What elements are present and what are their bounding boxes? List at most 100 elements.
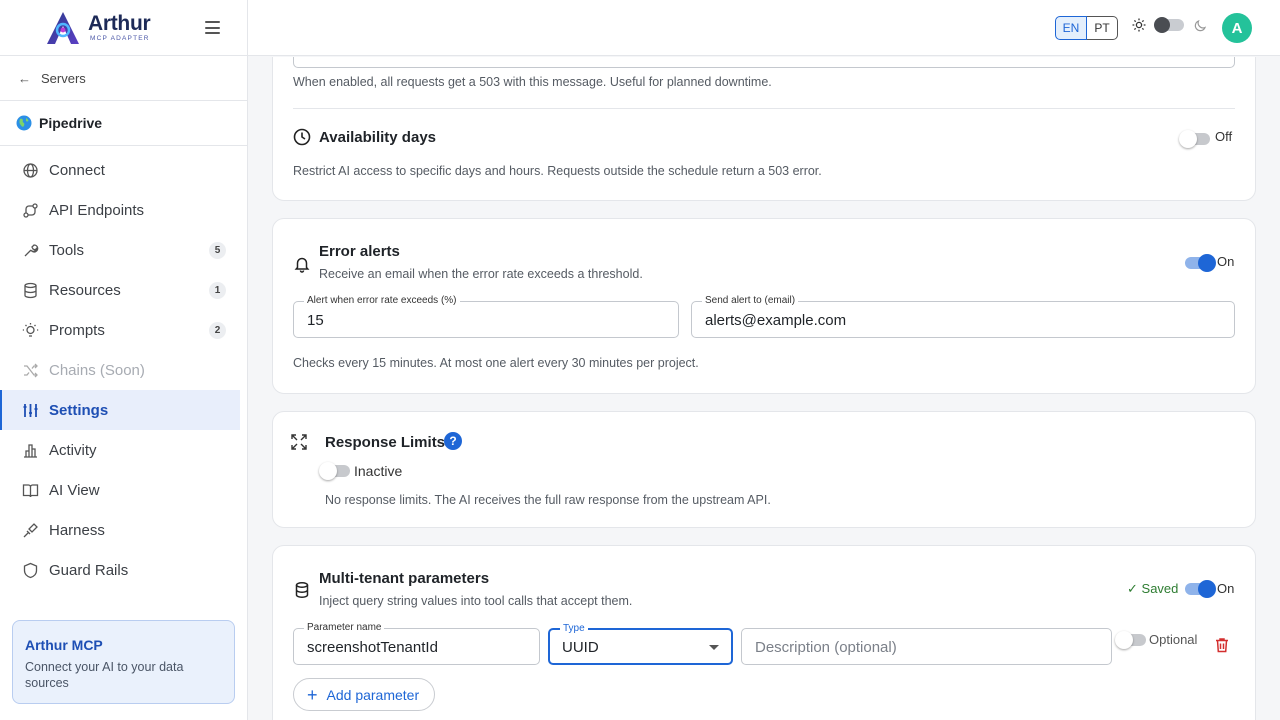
sidebar-item-chains: Chains (Soon)	[0, 350, 240, 390]
sidebar-item-activity[interactable]: Activity	[0, 430, 240, 470]
error-alerts-card: Error alerts Receive an email when the e…	[272, 218, 1256, 394]
sidebar-item-label: Tools	[49, 241, 85, 259]
saved-indicator: ✓ Saved	[1127, 581, 1178, 597]
add-parameter-label: Add parameter	[326, 686, 420, 703]
chevron-down-icon	[709, 645, 719, 650]
response-limits-title: Response Limits	[325, 434, 446, 451]
error-alerts-desc: Receive an email when the error rate exc…	[319, 267, 643, 281]
response-limits-toggle[interactable]	[319, 462, 350, 480]
multitenant-card: Multi-tenant parameters Inject query str…	[272, 545, 1256, 720]
error-alerts-state: On	[1217, 254, 1235, 269]
availability-toggle[interactable]	[1179, 130, 1210, 148]
brand-name: Arthur	[88, 11, 151, 35]
response-limits-desc: No response limits. The AI receives the …	[325, 493, 771, 507]
alert-email-input[interactable]: Send alert to (email) alerts@example.com	[691, 295, 1235, 338]
sidebar-item-label: Connect	[49, 161, 105, 179]
sliders-icon	[22, 402, 39, 419]
optional-toggle[interactable]	[1115, 631, 1146, 649]
error-threshold-value: 15	[307, 312, 324, 329]
harness-icon	[22, 522, 39, 539]
sidebar-item-settings[interactable]: Settings	[0, 390, 240, 430]
response-limits-state: Inactive	[354, 463, 403, 479]
current-server: Pipedrive	[0, 101, 247, 146]
optional-label: Optional	[1149, 632, 1198, 647]
server-name: Pipedrive	[39, 115, 103, 131]
param-type-label: Type	[560, 623, 588, 635]
prompts-count-badge: 2	[209, 322, 226, 339]
chart-icon	[22, 442, 39, 459]
topbar: EN PT A	[248, 0, 1280, 56]
saved-label: Saved	[1141, 581, 1179, 596]
back-to-servers-link[interactable]: ← Servers	[0, 56, 247, 101]
param-description-input[interactable]: Description (optional)	[741, 628, 1112, 665]
multitenant-desc: Inject query string values into tool cal…	[319, 594, 633, 608]
maintenance-availability-card: When enabled, all requests get a 503 wit…	[272, 57, 1256, 201]
promo-text: Connect your AI to your data sources	[25, 660, 184, 690]
multitenant-state: On	[1217, 581, 1235, 596]
error-alerts-toggle[interactable]	[1185, 254, 1216, 272]
multitenant-title: Multi-tenant parameters	[319, 570, 490, 587]
bell-icon	[294, 257, 310, 273]
database-icon	[22, 282, 39, 299]
sidebar-item-label: API Endpoints	[49, 201, 145, 219]
param-type-value: UUID	[562, 639, 599, 656]
tool-icon	[22, 242, 39, 259]
sidebar-item-harness[interactable]: Harness	[0, 510, 240, 550]
promo-title: Arthur MCP	[25, 637, 103, 653]
user-avatar[interactable]: A	[1222, 13, 1252, 43]
error-threshold-label: Alert when error rate exceeds (%)	[304, 295, 460, 307]
multitenant-toggle[interactable]	[1185, 580, 1216, 598]
divider	[293, 108, 1235, 109]
help-icon[interactable]: ?	[444, 432, 462, 450]
sidebar-item-connect[interactable]: Connect	[0, 150, 240, 190]
lang-pt-button[interactable]: PT	[1087, 16, 1118, 40]
param-name-input[interactable]: Parameter name screenshotTenantId	[293, 622, 540, 665]
sidebar-item-tools[interactable]: Tools 5	[0, 230, 240, 270]
sidebar-item-resources[interactable]: Resources 1	[0, 270, 240, 310]
promo-card: Arthur MCP Connect your AI to your data …	[12, 620, 235, 704]
back-label: Servers	[41, 70, 86, 86]
sidebar-item-guard-rails[interactable]: Guard Rails	[0, 550, 240, 590]
moon-icon	[1194, 19, 1207, 32]
book-icon	[22, 482, 39, 499]
theme-switcher	[1132, 17, 1208, 33]
sidebar-item-label: Resources	[49, 281, 121, 299]
add-parameter-button[interactable]: + Add parameter	[293, 678, 436, 711]
error-alerts-title: Error alerts	[319, 243, 400, 260]
lang-en-button[interactable]: EN	[1055, 16, 1087, 40]
check-icon: ✓	[1127, 581, 1138, 596]
sidebar-item-label: Activity	[49, 441, 97, 459]
globe-icon	[22, 162, 39, 179]
sidebar-item-label: Chains (Soon)	[49, 361, 145, 379]
param-type-select[interactable]: Type UUID	[548, 623, 733, 665]
availability-title: Availability days	[319, 129, 436, 146]
param-name-label: Parameter name	[304, 622, 385, 634]
expand-icon	[291, 434, 307, 450]
alert-email-value: alerts@example.com	[705, 312, 847, 329]
trash-icon[interactable]	[1215, 637, 1229, 653]
sidebar-item-label: AI View	[49, 481, 100, 499]
maintenance-help: When enabled, all requests get a 503 wit…	[293, 75, 772, 89]
param-description-placeholder: Description (optional)	[755, 639, 897, 656]
maintenance-message-input[interactable]	[293, 57, 1235, 68]
sidebar-item-label: Settings	[49, 401, 109, 419]
response-limits-card: Response Limits ? Inactive No response l…	[272, 411, 1256, 528]
shuffle-icon	[22, 362, 39, 379]
bulb-icon	[22, 322, 39, 339]
globe-icon	[16, 115, 32, 131]
language-switcher: EN PT	[1055, 16, 1118, 40]
settings-content: When enabled, all requests get a 503 wit…	[248, 57, 1280, 720]
sidebar-item-api-endpoints[interactable]: API Endpoints	[0, 190, 240, 230]
theme-toggle[interactable]	[1154, 17, 1184, 33]
brand-header: Arthur MCP ADAPTER	[0, 0, 247, 56]
sidebar-item-prompts[interactable]: Prompts 2	[0, 310, 240, 350]
sidebar-item-ai-view[interactable]: AI View	[0, 470, 240, 510]
resources-count-badge: 1	[209, 282, 226, 299]
sidebar-nav: Connect API Endpoints Tools 5 Resources …	[0, 146, 247, 590]
error-threshold-input[interactable]: Alert when error rate exceeds (%) 15	[293, 295, 679, 338]
error-alerts-help: Checks every 15 minutes. At most one ale…	[293, 356, 699, 370]
brand-subtitle: MCP ADAPTER	[90, 34, 150, 42]
menu-toggle-icon[interactable]	[205, 21, 220, 34]
param-name-value: screenshotTenantId	[307, 639, 438, 656]
arthur-logo-icon	[47, 11, 79, 44]
